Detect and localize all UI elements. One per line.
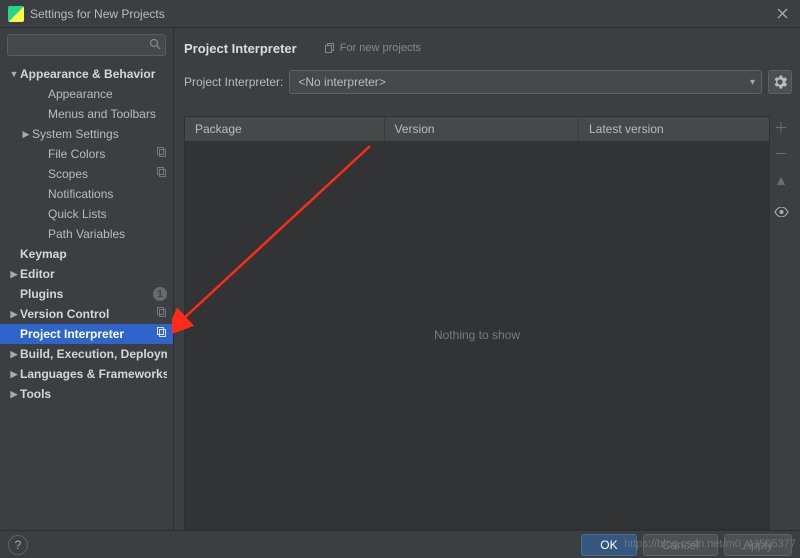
sidebar-item-label: Project Interpreter [20,327,156,341]
table-body-empty: Nothing to show [185,141,769,529]
up-icon: ▲ [774,172,788,188]
sidebar-item-languages-frameworks[interactable]: ▶Languages & Frameworks [0,364,173,384]
sidebar-item-label: Quick Lists [48,207,167,221]
sidebar-item-label: Appearance & Behavior [20,67,167,81]
col-latest[interactable]: Latest version [579,117,769,141]
sidebar-item-keymap[interactable]: Keymap [0,244,173,264]
sidebar-item-plugins[interactable]: Plugins1 [0,284,173,304]
for-new-projects-label: For new projects [325,42,421,54]
project-scope-icon [156,167,167,181]
sidebar-item-file-colors[interactable]: File Colors [0,144,173,164]
upgrade-package-button[interactable]: ▲ [773,172,789,188]
sidebar-item-version-control[interactable]: ▶Version Control [0,304,173,324]
settings-sidebar: ▼Appearance & Behavior Appearance Menus an… [0,28,174,530]
sidebar-item-label: Editor [20,267,167,281]
content-pane: Project Interpreter For new projects Pro… [174,28,800,530]
tree-arrow-icon: ▶ [8,389,20,400]
tree-arrow-icon: ▶ [8,369,20,380]
sidebar-item-tools[interactable]: ▶Tools [0,384,173,404]
gear-icon [773,75,787,89]
sidebar-item-label: Plugins [20,287,153,301]
sidebar-item-label: Scopes [48,167,156,181]
sidebar-item-label: Appearance [48,87,167,101]
window-title: Settings for New Projects [30,7,772,21]
sidebar-item-label: Path Variables [48,227,167,241]
show-early-releases-button[interactable] [773,204,789,220]
sidebar-item-label: Version Control [20,307,156,321]
search-icon [149,38,161,50]
tree-arrow-icon: ▶ [8,349,20,360]
sidebar-item-label: Build, Execution, Deployment [20,347,167,361]
sidebar-item-menus-and-toolbars[interactable]: Menus and Toolbars [0,104,173,124]
bottom-bar: ? OK Cancel Apply [0,530,800,558]
apply-button[interactable]: Apply [724,534,792,556]
sidebar-item-label: Tools [20,387,167,401]
page-title: Project Interpreter [184,41,297,56]
sidebar-item-system-settings[interactable]: ▶System Settings [0,124,173,144]
sidebar-item-build-execution-deployment[interactable]: ▶Build, Execution, Deployment [0,344,173,364]
close-button[interactable] [772,4,792,24]
tree-arrow-icon: ▼ [8,69,20,79]
title-bar: Settings for New Projects [0,0,800,28]
settings-tree: ▼Appearance & Behavior Appearance Menus an… [0,62,173,530]
plus-icon: ＋ [774,118,788,138]
for-new-projects-text: For new projects [340,42,421,54]
tree-arrow-icon: ▶ [20,129,32,140]
interpreter-value: <No interpreter> [298,75,385,89]
app-icon [8,6,24,22]
chevron-down-icon: ▾ [750,77,755,88]
sidebar-item-path-variables[interactable]: Path Variables [0,224,173,244]
project-scope-icon [156,147,167,161]
project-scope-icon [156,327,167,341]
table-header: Package Version Latest version [185,117,769,141]
eye-icon [774,207,789,217]
copy-icon [325,43,336,54]
add-package-button[interactable]: ＋ [773,120,789,136]
sidebar-item-project-interpreter[interactable]: Project Interpreter [0,324,173,344]
packages-table: Package Version Latest version Nothing t… [184,116,770,530]
empty-text: Nothing to show [434,328,520,342]
search-input[interactable] [7,34,166,56]
sidebar-item-appearance-behavior[interactable]: ▼Appearance & Behavior [0,64,173,84]
col-version[interactable]: Version [385,117,579,141]
sidebar-item-label: Menus and Toolbars [48,107,167,121]
interpreter-dropdown[interactable]: <No interpreter> ▾ [289,70,762,94]
sidebar-item-scopes[interactable]: Scopes [0,164,173,184]
update-badge: 1 [153,287,167,301]
sidebar-item-quick-lists[interactable]: Quick Lists [0,204,173,224]
tree-arrow-icon: ▶ [8,269,20,280]
minus-icon: － [774,144,788,164]
sidebar-item-label: Notifications [48,187,167,201]
sidebar-item-label: Languages & Frameworks [20,367,167,381]
close-icon [777,8,788,19]
sidebar-item-label: System Settings [32,127,167,141]
interpreter-settings-button[interactable] [768,70,792,94]
interpreter-label: Project Interpreter: [184,75,283,89]
sidebar-item-label: Keymap [20,247,167,261]
package-actions: ＋ － ▲ [770,116,792,530]
sidebar-item-notifications[interactable]: Notifications [0,184,173,204]
col-package[interactable]: Package [185,117,385,141]
sidebar-item-editor[interactable]: ▶Editor [0,264,173,284]
cancel-button[interactable]: Cancel [643,534,718,556]
tree-arrow-icon: ▶ [8,309,20,320]
ok-button[interactable]: OK [581,534,636,556]
remove-package-button[interactable]: － [773,146,789,162]
help-button[interactable]: ? [8,535,28,555]
project-scope-icon [156,307,167,321]
sidebar-item-appearance[interactable]: Appearance [0,84,173,104]
sidebar-item-label: File Colors [48,147,156,161]
